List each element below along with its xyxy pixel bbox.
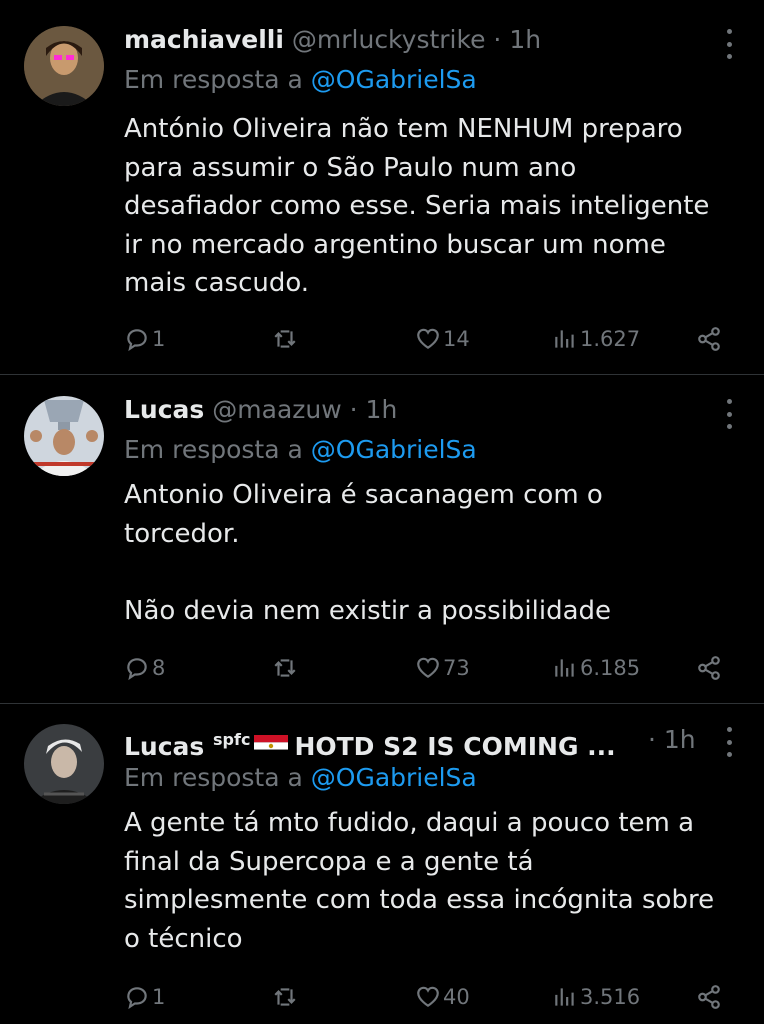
like-button[interactable]: 73: [415, 651, 470, 685]
views-count: 6.185: [580, 656, 641, 680]
tweet-text: A gente tá mto fudido, daqui a pouco tem…: [124, 808, 715, 954]
reply-button[interactable]: 1: [124, 980, 165, 1014]
reply-prefix: Em resposta a: [124, 763, 303, 792]
share-icon: [698, 656, 720, 680]
views-button[interactable]: 1.627: [552, 322, 640, 356]
display-name-text: Lucas: [124, 732, 205, 761]
display-name[interactable]: Lucas spfc HOTD S2 IS COMING ...: [124, 730, 616, 761]
retweet-button[interactable]: [272, 651, 300, 685]
tweet-header: Lucas spfc HOTD S2 IS COMING ...: [124, 722, 616, 761]
reply-context: Em resposta a @OGabrielSa: [124, 62, 477, 98]
avatar[interactable]: [24, 396, 104, 476]
reply-button[interactable]: 1: [124, 322, 165, 356]
tweet-text: Antonio Oliveira é sacanagem com o torce…: [124, 480, 612, 626]
divider: [0, 374, 764, 375]
views-icon: [555, 659, 574, 677]
views-button[interactable]: 6.185: [552, 651, 640, 685]
views-button[interactable]: 3.516: [552, 980, 640, 1014]
views-icon: [555, 330, 574, 348]
reply-icon: [127, 987, 147, 1010]
avatar[interactable]: [24, 26, 104, 106]
reply-count: 1: [152, 985, 166, 1009]
tweet-text: António Oliveira não tem NENHUM preparo …: [124, 114, 710, 298]
like-count: 73: [443, 656, 470, 680]
reply-prefix: Em resposta a: [124, 435, 303, 464]
reply-context: Em resposta a @OGabrielSa: [124, 760, 477, 796]
retweet-button[interactable]: [272, 980, 300, 1014]
user-handle[interactable]: @maazuw: [212, 395, 341, 424]
mention-link[interactable]: @OGabrielSa: [311, 65, 477, 94]
retweet-icon: [274, 330, 296, 348]
tweet[interactable]: machiavelli @mrluckystrike · 1h Em respo…: [0, 22, 764, 372]
like-button[interactable]: 40: [415, 980, 470, 1014]
egypt-flag-icon: [254, 735, 289, 757]
reply-prefix: Em resposta a: [124, 65, 303, 94]
action-bar: 8 73 6.185: [0, 651, 764, 685]
reply-count: 8: [152, 656, 166, 680]
tweet-header: Lucas @maazuw · 1h: [124, 392, 397, 428]
like-icon: [417, 657, 439, 678]
action-bar: 1 40 3.516: [0, 980, 764, 1014]
retweet-icon: [274, 988, 296, 1006]
share-icon: [698, 985, 720, 1009]
tweet-time-area: · 1h: [648, 722, 696, 758]
reply-count: 1: [152, 327, 166, 351]
display-name[interactable]: machiavelli: [124, 25, 284, 54]
share-button[interactable]: [696, 980, 722, 1014]
views-count: 3.516: [580, 985, 641, 1009]
retweet-icon: [274, 659, 296, 677]
more-icon[interactable]: [724, 399, 734, 429]
separator-dot: ·: [648, 725, 656, 754]
reply-icon: [127, 658, 147, 681]
views-count: 1.627: [580, 327, 641, 351]
like-count: 14: [443, 327, 470, 351]
display-name-superscript: spfc: [213, 730, 251, 749]
retweet-button[interactable]: [272, 322, 300, 356]
separator-dot: ·: [349, 395, 358, 424]
tweet-header: machiavelli @mrluckystrike · 1h: [124, 22, 541, 58]
tweet[interactable]: Lucas spfc HOTD S2 IS COMING ... · 1h Em …: [0, 722, 764, 1024]
avatar[interactable]: [24, 724, 104, 804]
share-icon: [698, 327, 720, 351]
divider: [0, 703, 764, 704]
views-icon: [555, 988, 574, 1006]
timestamp[interactable]: 1h: [366, 395, 398, 424]
action-bar: 1 14 1.627: [0, 322, 764, 356]
like-icon: [417, 328, 439, 349]
like-count: 40: [443, 985, 470, 1009]
like-icon: [417, 986, 439, 1007]
display-name[interactable]: Lucas: [124, 395, 204, 424]
display-name-suffix: HOTD S2 IS COMING ...: [294, 732, 616, 761]
like-button[interactable]: 14: [415, 322, 470, 356]
timestamp[interactable]: 1h: [509, 25, 541, 54]
mention-link[interactable]: @OGabrielSa: [311, 763, 477, 792]
tweet[interactable]: Lucas @maazuw · 1h Em resposta a @OGabri…: [0, 392, 764, 702]
user-handle[interactable]: @mrluckystrike: [292, 25, 486, 54]
reply-button[interactable]: 8: [124, 651, 165, 685]
reply-icon: [127, 329, 147, 352]
timestamp[interactable]: 1h: [664, 725, 696, 754]
reply-context: Em resposta a @OGabrielSa: [124, 432, 477, 468]
more-icon[interactable]: [724, 727, 734, 757]
share-button[interactable]: [696, 322, 722, 356]
mention-link[interactable]: @OGabrielSa: [311, 435, 477, 464]
separator-dot: ·: [493, 25, 502, 54]
more-icon[interactable]: [724, 29, 734, 59]
share-button[interactable]: [696, 651, 722, 685]
